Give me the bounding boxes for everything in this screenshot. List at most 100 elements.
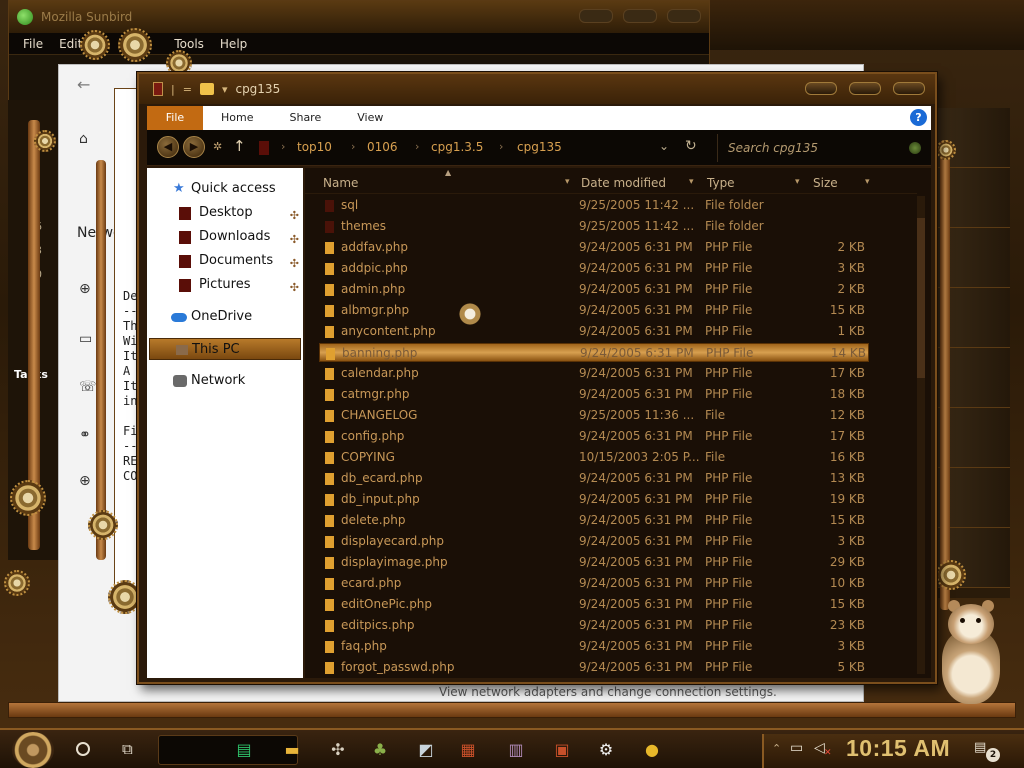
tab-file[interactable]: File [147,106,203,130]
nav-this-pc[interactable]: This PC [149,338,301,360]
breadcrumb-item[interactable]: 0106 [367,140,398,154]
nav-quick-access[interactable]: ★ Quick access [147,178,303,200]
pin-icon[interactable]: ✣ [290,229,299,251]
file-row[interactable]: albmgr.php 9/24/2005 6:31 PM PHP File 15 KB [319,301,869,320]
scrollbar-thumb[interactable] [917,218,925,378]
column-name[interactable]: Name [323,176,358,190]
maximize-button[interactable] [849,82,881,95]
breadcrumb-item[interactable]: cpg135 [517,140,562,154]
file-row[interactable]: forgot_passwd.php 9/24/2005 6:31 PM PHP Fi… [319,658,869,677]
tab-share[interactable]: Share [271,106,339,130]
task-view-icon[interactable]: ⧉ [122,740,133,758]
file-row[interactable]: db_ecard.php 9/24/2005 6:31 PM PHP File 13 … [319,469,869,488]
minimize-button[interactable] [805,82,837,95]
quick-access-toolbar-icon[interactable] [153,82,163,96]
breadcrumb-item[interactable]: cpg1.3.5 [431,140,483,154]
file-row[interactable]: displayecard.php 9/24/2005 6:31 PM PHP Fil… [319,532,869,551]
nav-documents[interactable]: Documents ✣ [147,250,303,272]
nav-pictures[interactable]: Pictures ✣ [147,274,303,296]
file-row[interactable]: themes 9/25/2005 11:42 ... File folder [319,217,869,236]
nav-network[interactable]: Network [147,370,303,392]
menu-tools[interactable]: Tools [166,37,212,51]
column-filter-icon[interactable]: ▾ [865,177,870,187]
tree-app-icon[interactable]: ♣ [364,734,396,766]
pin-icon[interactable]: ✣ [290,253,299,275]
column-type[interactable]: Type [707,176,735,190]
search-input[interactable]: Search cpg135 [717,134,927,162]
ethernet-icon[interactable]: ▭ [79,331,92,347]
back-arrow-icon[interactable]: ← [77,75,90,94]
globe-icon[interactable]: ⊕ [79,281,91,297]
file-row[interactable]: ecard.php 9/24/2005 6:31 PM PHP File 10 KB [319,574,869,593]
file-row[interactable]: addpic.php 9/24/2005 6:31 PM PHP File 3 KB [319,259,869,278]
show-hidden-icons-icon[interactable]: ⌃ [772,742,781,755]
file-row[interactable]: CHANGELOG 9/25/2005 11:36 ... File 12 KB [319,406,869,425]
help-button[interactable]: ? [910,109,927,126]
recent-locations-icon[interactable]: ✲ [213,140,222,153]
up-arrow-icon[interactable]: ↑ [233,137,246,155]
file-row[interactable]: COPYING 10/15/2003 2:05 P... File 16 KB [319,448,869,467]
vertical-scrollbar[interactable] [917,196,925,674]
breadcrumb-separator-icon[interactable]: › [499,140,503,153]
column-filter-icon[interactable]: ▾ [565,177,570,187]
breadcrumb-separator-icon[interactable]: › [415,140,419,153]
nav-desktop[interactable]: Desktop ✣ [147,202,303,224]
column-filter-icon[interactable]: ▾ [795,177,800,187]
start-button[interactable] [12,732,54,768]
cortana-circle-icon[interactable] [76,742,90,756]
file-row[interactable]: editpics.php 9/24/2005 6:31 PM PHP File 23 … [319,616,869,635]
file-row[interactable]: calendar.php 9/24/2005 6:31 PM PHP File 17 … [319,364,869,383]
slides-app-icon[interactable]: ◩ [410,734,442,766]
panel-app-icon[interactable]: ▥ [500,734,532,766]
search-icon[interactable] [909,142,921,154]
back-button[interactable]: ◀ [157,136,179,158]
home-icon[interactable]: ⌂ [79,131,88,147]
nav-downloads[interactable]: Downloads ✣ [147,226,303,248]
file-row[interactable]: anycontent.php 9/24/2005 6:31 PM PHP File 1… [319,322,869,341]
column-date-modified[interactable]: Date modified [581,176,666,190]
column-size[interactable]: Size [813,176,838,190]
file-row[interactable]: faq.php 9/24/2005 6:31 PM PHP File 3 KB [319,637,869,656]
menu-file[interactable]: File [15,37,51,51]
column-filter-icon[interactable]: ▾ [689,177,694,187]
settings-gear-icon[interactable]: ⚙ [590,734,622,766]
toolbar-dropdown-icon[interactable]: = [183,83,192,96]
tab-view[interactable]: View [339,106,401,130]
breadcrumb-separator-icon[interactable]: › [351,140,355,153]
menu-help[interactable]: Help [212,37,255,51]
forward-button[interactable]: ▶ [183,136,205,158]
pin-icon[interactable]: ✣ [290,277,299,299]
file-row[interactable]: addfav.php 9/24/2005 6:31 PM PHP File 2 KB [319,238,869,257]
nav-onedrive[interactable]: OneDrive [147,306,303,328]
customize-toolbar-icon[interactable]: ▾ [222,83,228,96]
refresh-icon[interactable]: ↻ [685,138,697,154]
bee-app-icon[interactable]: ● [636,734,668,766]
clock[interactable]: 10:15 AM [846,735,950,762]
file-row[interactable]: db_input.php 9/24/2005 6:31 PM PHP File 19 … [319,490,869,509]
tab-home[interactable]: Home [203,106,271,130]
file-row[interactable]: banning.php 9/24/2005 6:31 PM PHP File 14 K… [319,343,869,362]
proxy-icon[interactable]: ⊕ [79,473,91,489]
file-row[interactable]: sql 9/25/2005 11:42 ... File folder [319,196,869,215]
file-row[interactable]: displayimage.php 9/24/2005 6:31 PM PHP Fil… [319,553,869,572]
dialup-icon[interactable]: ☏ [79,379,97,395]
address-dropdown-icon[interactable]: ⌄ [659,139,669,153]
breadcrumb-item[interactable]: top10 [297,140,332,154]
file-row[interactable]: catmgr.php 9/24/2005 6:31 PM PHP File 18 KB [319,385,869,404]
breadcrumb-separator-icon[interactable]: › [281,140,285,153]
file-explorer-icon[interactable]: ▬ [276,734,308,766]
book-app-icon[interactable]: ▦ [452,734,484,766]
windmill-app-icon[interactable]: ✣ [322,734,354,766]
file-row[interactable]: config.php 9/24/2005 6:31 PM PHP File 17 KB [319,427,869,446]
vpn-icon[interactable]: ⚭ [79,427,91,443]
explorer-titlebar[interactable]: | = ▾ cpg135 [139,74,935,104]
pin-icon[interactable]: ✣ [290,205,299,227]
calendar-app-icon[interactable]: ▣ [546,734,578,766]
file-row[interactable]: editOnePic.php 9/24/2005 6:31 PM PHP File 1… [319,595,869,614]
adapter-settings-caption[interactable]: View network adapters and change connect… [439,685,777,699]
notes-app-icon[interactable]: ▤ [228,734,260,766]
close-button[interactable] [893,82,925,95]
file-row[interactable]: admin.php 9/24/2005 6:31 PM PHP File 2 KB [319,280,869,299]
file-row[interactable]: delete.php 9/24/2005 6:31 PM PHP File 15 KB [319,511,869,530]
network-tray-icon[interactable]: ▭ [790,740,803,756]
